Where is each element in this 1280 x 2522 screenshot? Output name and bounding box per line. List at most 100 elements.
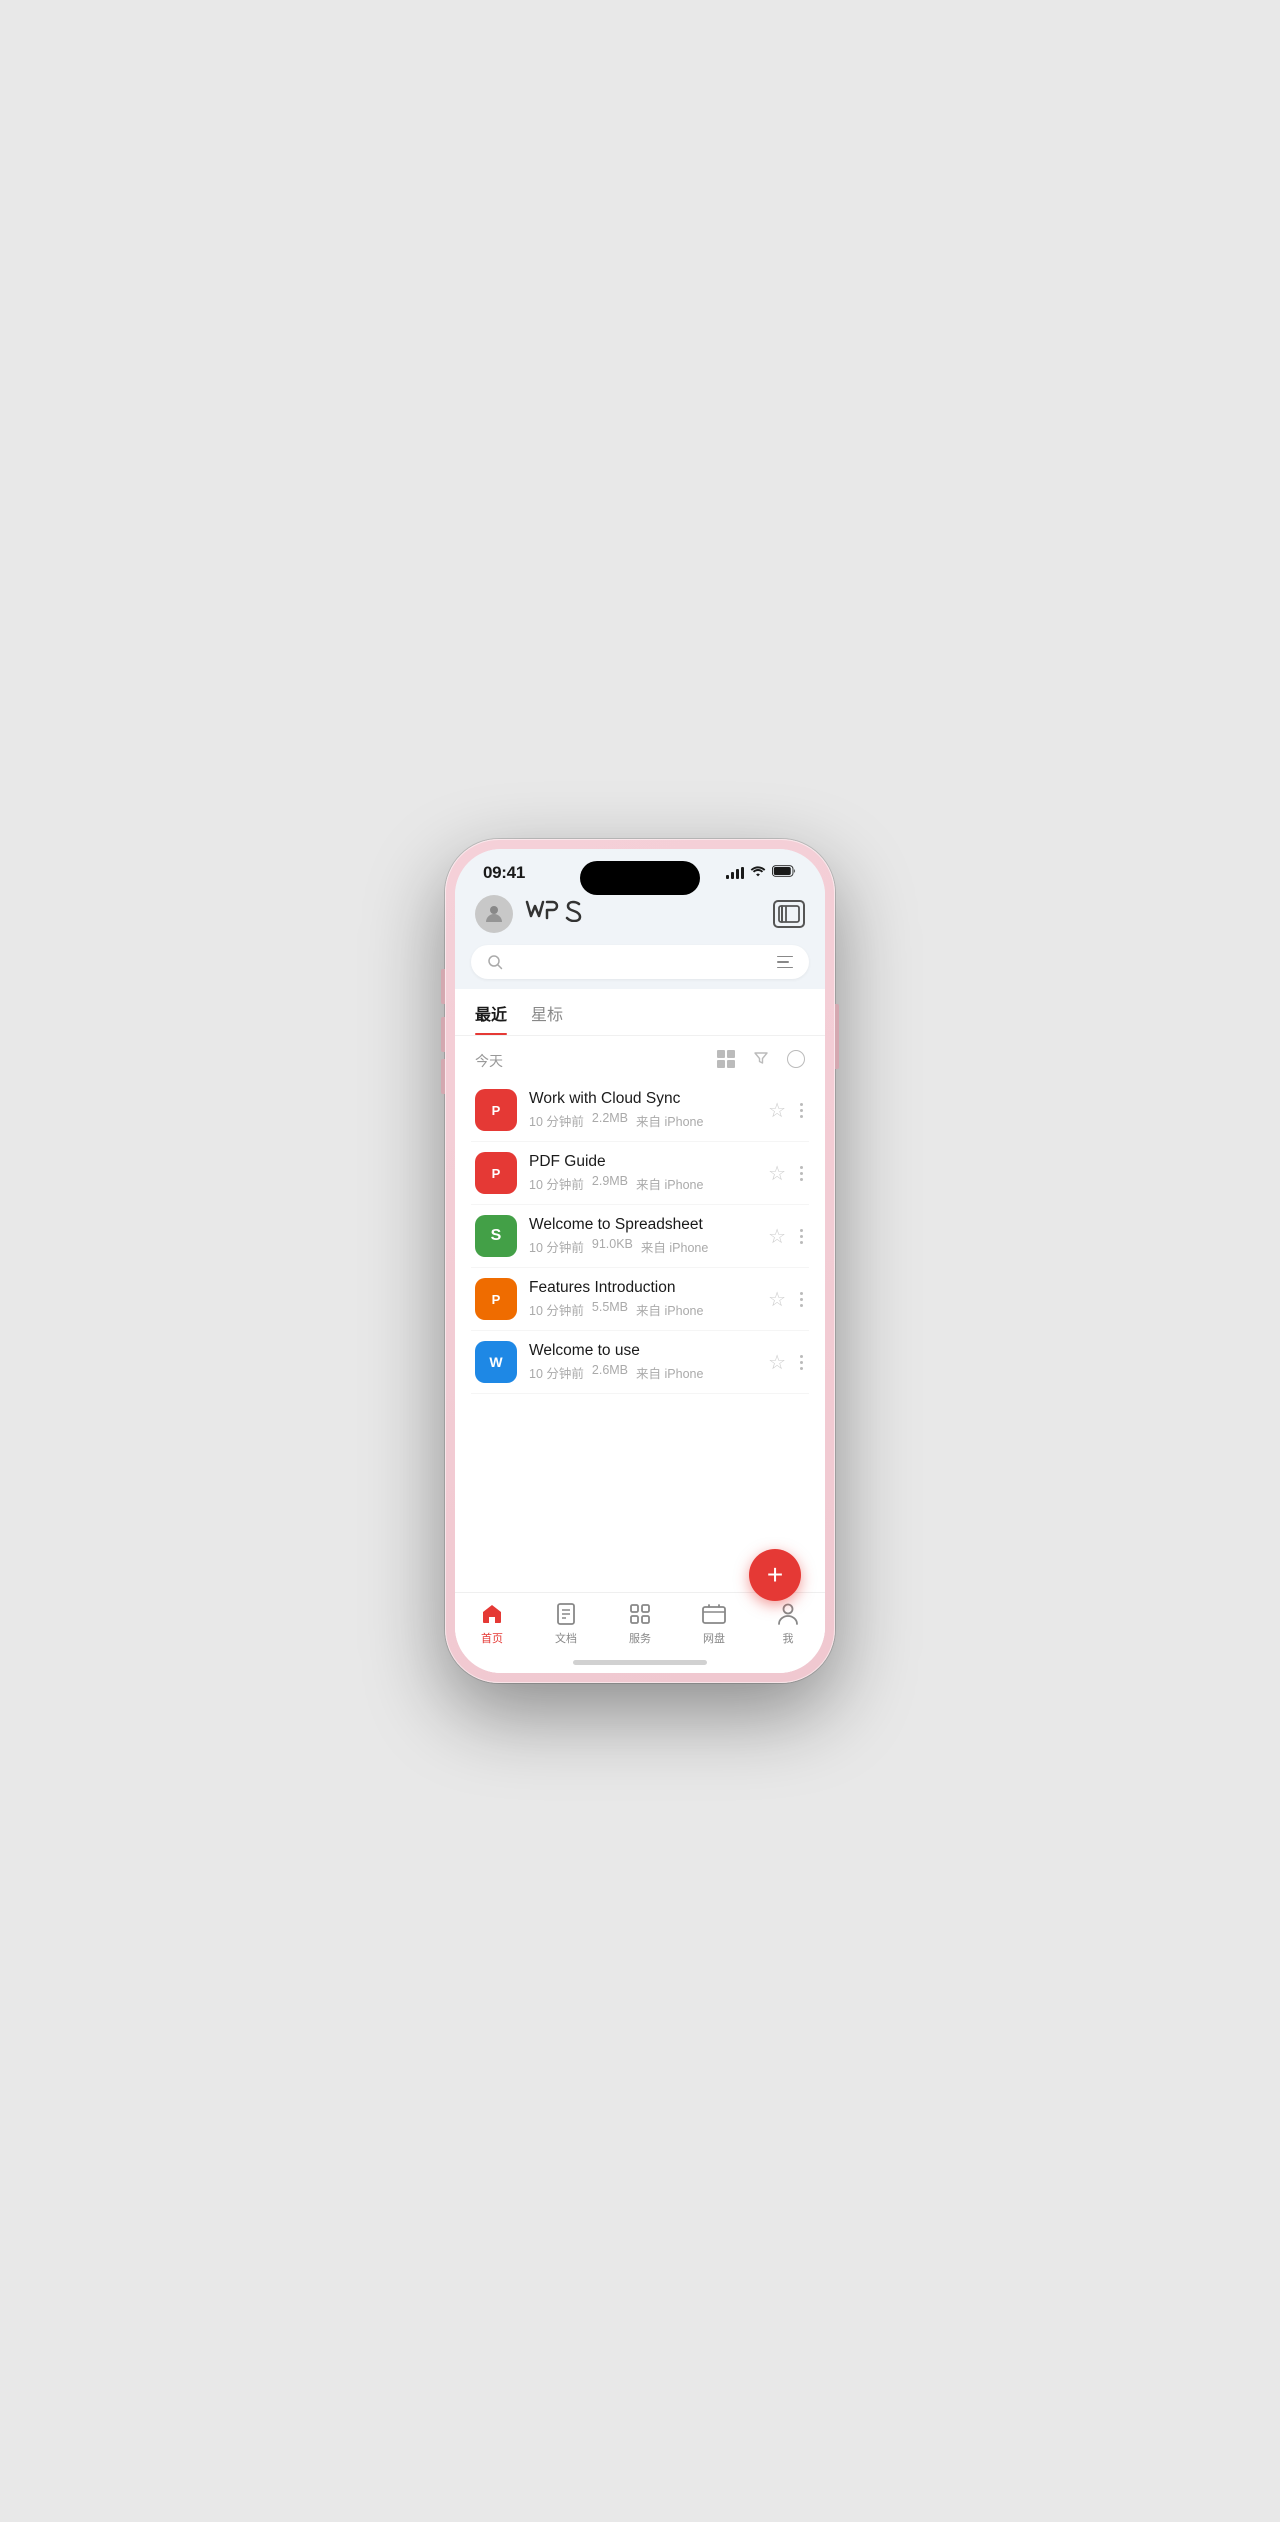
nav-label-docs: 文档 [555,1630,577,1646]
nav-label-me: 我 [783,1630,794,1646]
star-icon[interactable]: ☆ [768,1350,786,1375]
nav-item-home[interactable]: 首页 [455,1601,529,1646]
file-meta: 10 分钟前 91.0KB 来自 iPhone [529,1237,756,1256]
file-icon-pdf: P [475,1089,517,1131]
services-icon [627,1601,653,1627]
file-name: Features Introduction [529,1279,756,1297]
file-item[interactable]: W Welcome to use 10 分钟前 2.6MB 来自 iPhone … [471,1331,809,1394]
star-icon[interactable]: ☆ [768,1098,786,1123]
file-info: Welcome to use 10 分钟前 2.6MB 来自 iPhone [529,1342,756,1382]
file-list: P Work with Cloud Sync 10 分钟前 2.2MB 来自 i… [471,1079,809,1394]
home-icon [479,1601,505,1627]
status-icons [726,864,797,882]
nav-label-home: 首页 [481,1630,503,1646]
file-icon-sheet: S [475,1215,517,1257]
wps-logo [525,900,583,928]
file-time: 10 分钟前 [529,1237,584,1256]
grid-view-icon[interactable] [717,1050,735,1068]
layout-icon[interactable] [773,900,805,928]
docs-icon [553,1601,579,1627]
wifi-icon [750,864,766,882]
file-size: 2.9MB [592,1174,628,1193]
file-info: Features Introduction 10 分钟前 5.5MB 来自 iP… [529,1279,756,1319]
status-bar: 09:41 [455,849,825,887]
file-icon-presentation: P [475,1278,517,1320]
file-actions: ☆ [768,1350,805,1375]
search-bar[interactable] [471,945,809,979]
file-actions: ☆ [768,1098,805,1123]
file-item[interactable]: P PDF Guide 10 分钟前 2.9MB 来自 iPhone ☆ [471,1142,809,1205]
file-source: 来自 iPhone [636,1174,703,1193]
file-time: 10 分钟前 [529,1111,584,1130]
file-name: Welcome to use [529,1342,756,1360]
file-time: 10 分钟前 [529,1363,584,1382]
file-meta: 10 分钟前 2.2MB 来自 iPhone [529,1111,756,1130]
file-source: 来自 iPhone [636,1300,703,1319]
nav-item-docs[interactable]: 文档 [529,1601,603,1646]
file-source: 来自 iPhone [636,1363,703,1382]
file-size: 91.0KB [592,1237,633,1256]
file-source: 来自 iPhone [641,1237,708,1256]
more-icon[interactable] [798,1353,805,1372]
file-meta: 10 分钟前 5.5MB 来自 iPhone [529,1300,756,1319]
fab-plus-icon: + [767,1561,783,1589]
file-item[interactable]: P Work with Cloud Sync 10 分钟前 2.2MB 来自 i… [471,1079,809,1142]
filter-icon[interactable] [753,1050,769,1071]
tab-bar: 最近 星标 [455,989,825,1036]
file-name: Work with Cloud Sync [529,1090,756,1108]
file-meta: 10 分钟前 2.6MB 来自 iPhone [529,1363,756,1382]
nav-item-services[interactable]: 服务 [603,1601,677,1646]
file-item[interactable]: P Features Introduction 10 分钟前 5.5MB 来自 … [471,1268,809,1331]
file-time: 10 分钟前 [529,1174,584,1193]
file-name: Welcome to Spreadsheet [529,1216,756,1234]
search-icon [487,954,503,970]
dynamic-island [580,861,700,895]
file-actions: ☆ [768,1224,805,1249]
file-size: 2.2MB [592,1111,628,1130]
file-source: 来自 iPhone [636,1111,703,1130]
home-bar [573,1660,707,1665]
file-info: Work with Cloud Sync 10 分钟前 2.2MB 来自 iPh… [529,1090,756,1130]
more-icon[interactable] [798,1290,805,1309]
tab-recent[interactable]: 最近 [475,1001,507,1035]
file-area: 今天 [455,1036,825,1592]
main-content: 最近 星标 今天 [455,989,825,1673]
file-actions: ☆ [768,1161,805,1186]
select-icon[interactable] [787,1050,805,1068]
star-icon[interactable]: ☆ [768,1161,786,1186]
star-icon[interactable]: ☆ [768,1287,786,1312]
file-name: PDF Guide [529,1153,756,1171]
phone-device: 09:41 [445,839,835,1683]
more-icon[interactable] [798,1227,805,1246]
file-icon-pdf: P [475,1152,517,1194]
nav-item-me[interactable]: 我 [751,1601,825,1646]
bottom-nav: 首页 文档 [455,1592,825,1660]
fab-add-button[interactable]: + [749,1549,801,1601]
battery-icon [772,864,797,882]
me-icon [775,1601,801,1627]
app-header [455,887,825,945]
file-info: Welcome to Spreadsheet 10 分钟前 91.0KB 来自 … [529,1216,756,1256]
more-icon[interactable] [798,1101,805,1120]
more-icon[interactable] [798,1164,805,1183]
file-info: PDF Guide 10 分钟前 2.9MB 来自 iPhone [529,1153,756,1193]
menu-icon[interactable] [777,956,793,969]
file-actions: ☆ [768,1287,805,1312]
section-title: 今天 [475,1051,503,1071]
section-actions [717,1050,805,1071]
file-time: 10 分钟前 [529,1300,584,1319]
nav-label-services: 服务 [629,1630,651,1646]
status-time: 09:41 [483,863,525,883]
file-item[interactable]: S Welcome to Spreadsheet 10 分钟前 91.0KB 来… [471,1205,809,1268]
cloud-icon [701,1601,727,1627]
nav-label-cloud: 网盘 [703,1630,725,1646]
section-header: 今天 [471,1036,809,1079]
star-icon[interactable]: ☆ [768,1224,786,1249]
home-indicator [455,1660,825,1673]
avatar[interactable] [475,895,513,933]
file-size: 2.6MB [592,1363,628,1382]
nav-item-cloud[interactable]: 网盘 [677,1601,751,1646]
file-icon-writer: W [475,1341,517,1383]
file-size: 5.5MB [592,1300,628,1319]
tab-starred[interactable]: 星标 [531,1001,563,1035]
